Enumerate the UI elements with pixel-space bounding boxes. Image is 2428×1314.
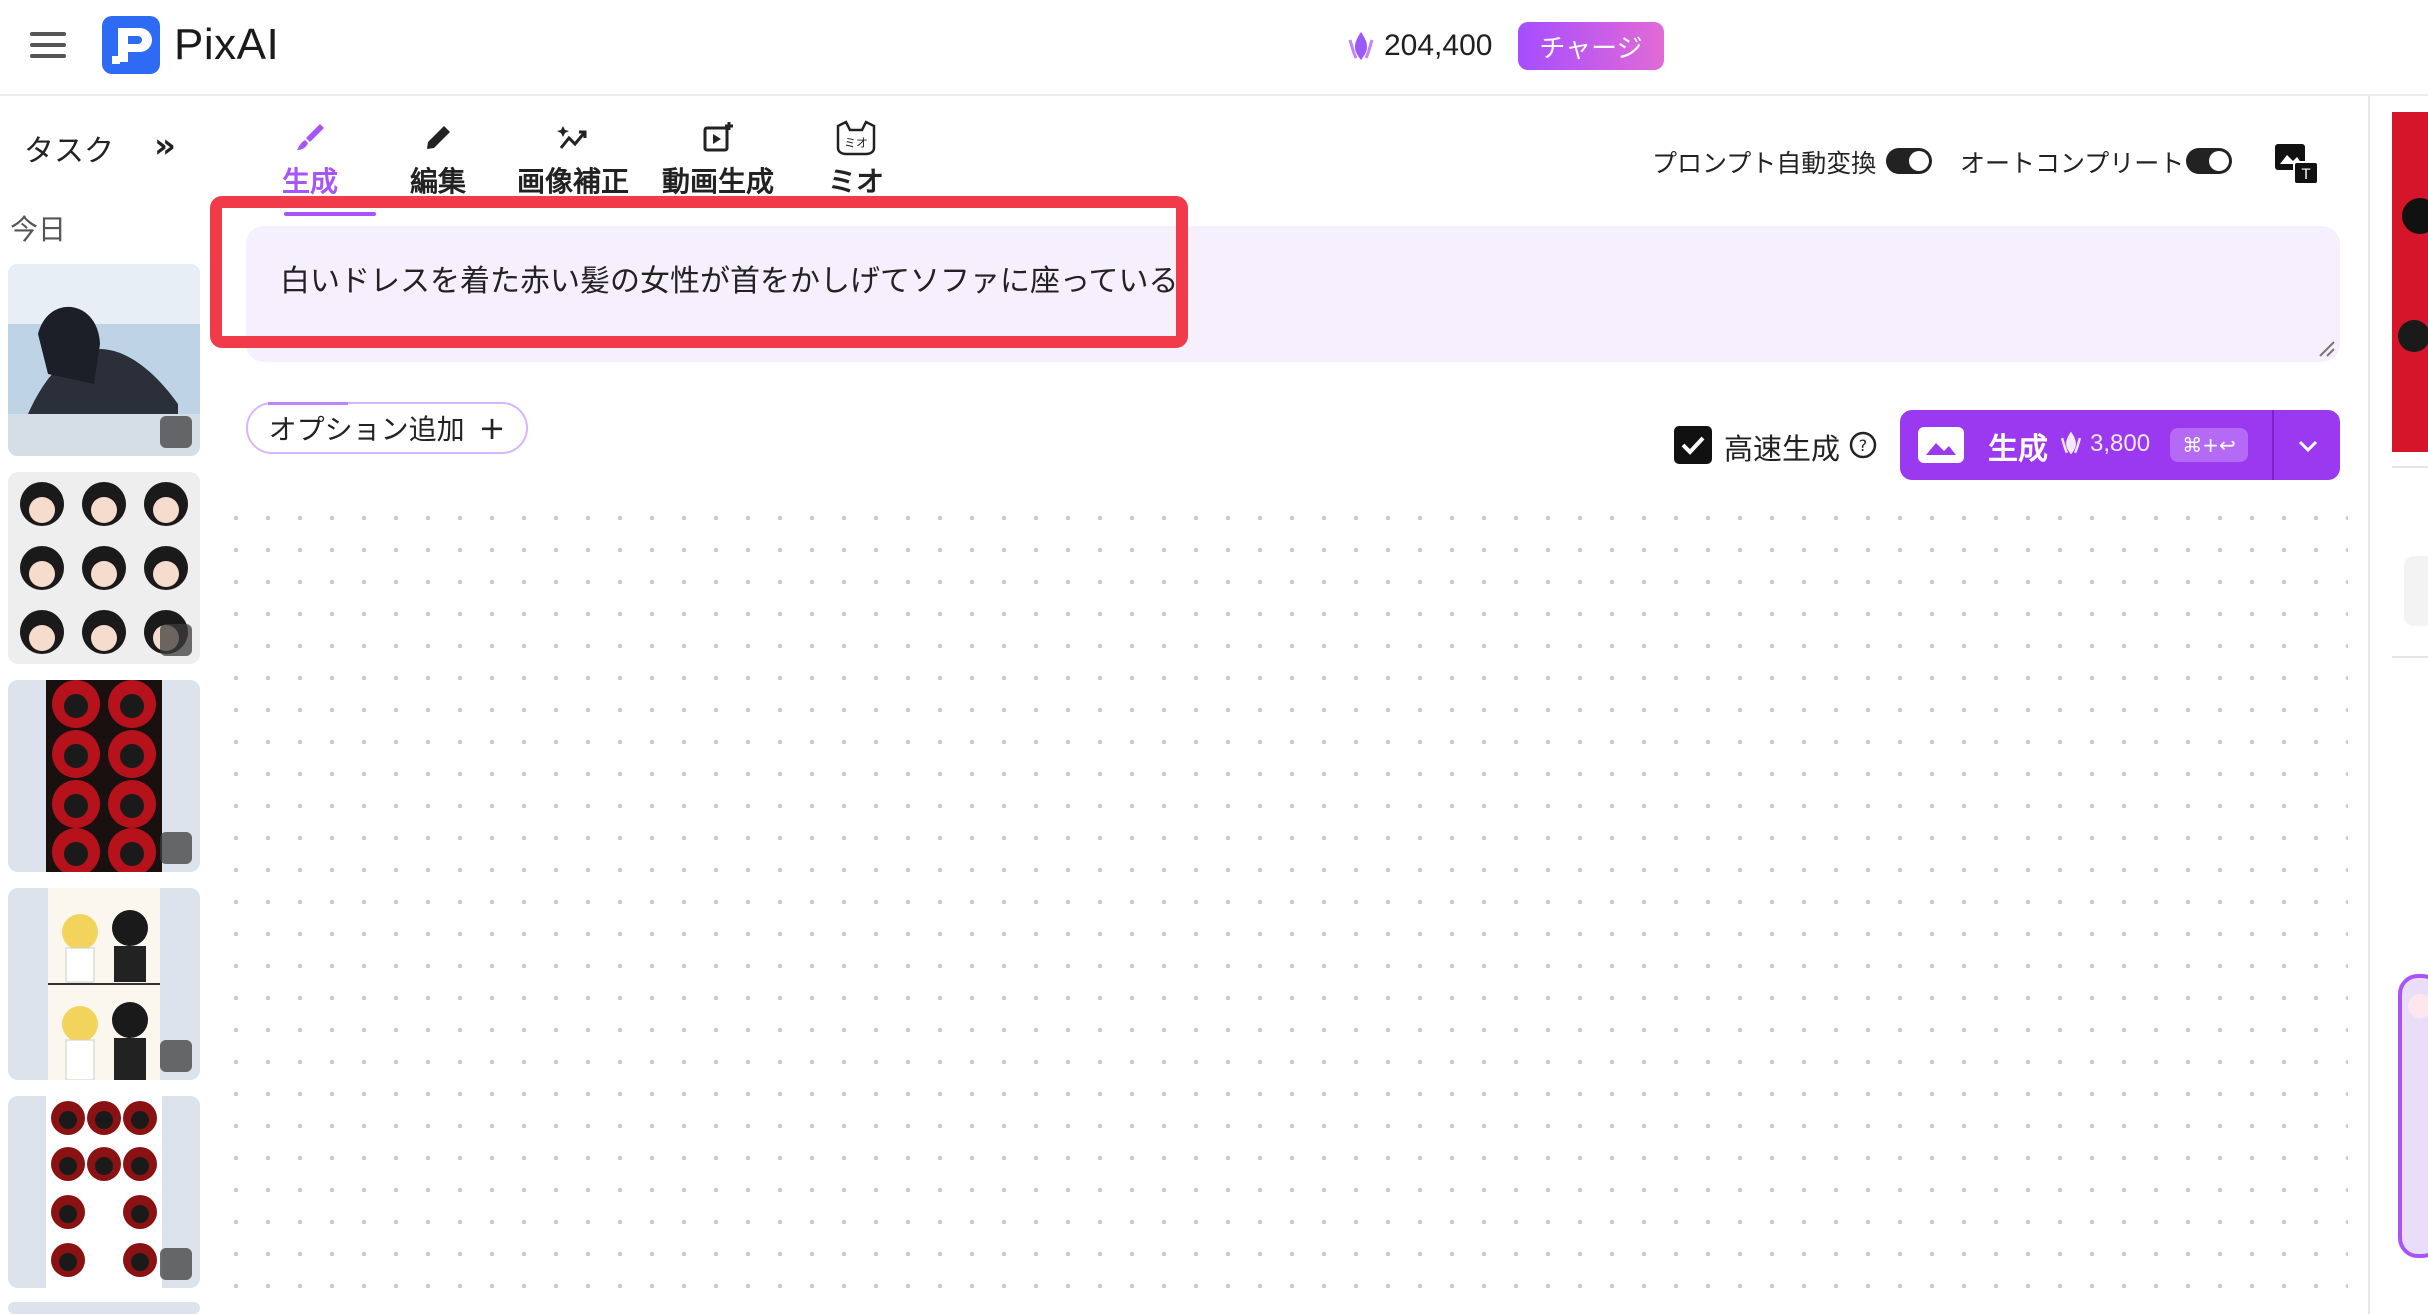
tasks-heading: タスク — [24, 134, 114, 169]
sparkle-trend-icon — [513, 118, 633, 158]
prompt-auto-convert-label: プロンプト自動変換 — [1652, 149, 1877, 178]
tab-generate-label: 生成 — [281, 165, 338, 198]
task-thumbnail[interactable] — [8, 888, 200, 1080]
prompt-text-icon — [160, 624, 192, 656]
today-heading: 今日 — [10, 213, 67, 246]
pixai-logo-icon[interactable] — [102, 16, 160, 74]
tab-edit-label: 編集 — [409, 165, 466, 198]
task-thumbnail[interactable] — [8, 1096, 200, 1288]
generate-label: 生成 — [1988, 432, 2048, 467]
tab-edit[interactable]: 編集 — [378, 118, 498, 200]
fast-generate-checkbox[interactable] — [1674, 426, 1712, 464]
help-icon[interactable]: ? — [1848, 430, 1878, 460]
chevron-down-icon[interactable] — [2292, 430, 2324, 462]
tab-image-enhance-label: 画像補正 — [516, 165, 629, 198]
image-to-video-icon — [160, 416, 192, 448]
tab-image-enhance[interactable]: 画像補正 — [513, 118, 633, 200]
prompt-auto-convert-toggle[interactable] — [1886, 148, 1932, 174]
prompt-text-icon — [160, 1248, 192, 1280]
app-name[interactable]: PixAI — [174, 16, 279, 74]
right-panel — [2370, 96, 2428, 1314]
tab-video-generate[interactable]: 動画生成 — [658, 118, 778, 200]
pencil-icon — [378, 118, 498, 158]
add-option-label: オプション追加 — [268, 413, 465, 446]
credit-icon — [2058, 430, 2084, 456]
video-plus-icon — [658, 118, 778, 158]
tab-mio-label: ミオ — [827, 165, 884, 198]
brush-icon — [250, 118, 370, 158]
credits-value: 204,400 — [1384, 29, 1493, 62]
generate-divider — [2272, 410, 2274, 480]
task-thumbnail[interactable] — [8, 264, 200, 456]
task-thumbnail[interactable] — [8, 1302, 200, 1314]
credit-icon — [1348, 32, 1374, 60]
dotted-canvas — [220, 502, 2348, 1314]
cat-face-icon: ミオ — [796, 118, 916, 158]
prompt-text-icon — [160, 832, 192, 864]
shortcut-badge: ⌘+↩ — [2170, 428, 2248, 462]
svg-text:T: T — [2301, 167, 2311, 183]
svg-text:?: ? — [1859, 436, 1868, 455]
svg-text:ミオ: ミオ — [844, 136, 868, 150]
image-translate-icon[interactable]: T — [2272, 140, 2324, 188]
prompt-text-icon — [160, 1040, 192, 1072]
task-thumbnail[interactable] — [8, 472, 200, 664]
option-progress-accent — [268, 402, 348, 405]
task-thumbnail[interactable] — [8, 680, 200, 872]
hamburger-menu-icon[interactable] — [24, 22, 74, 68]
tab-video-generate-label: 動画生成 — [661, 165, 774, 198]
collapse-sidebar-icon[interactable]: » — [154, 126, 176, 166]
fast-generate-label: 高速生成 — [1724, 432, 1841, 466]
highlight-frame — [210, 196, 1188, 348]
tab-generate[interactable]: 生成 — [250, 118, 370, 200]
generate-cost: 3,800 — [2090, 430, 2151, 457]
right-panel-preview — [2392, 112, 2428, 1258]
plus-icon: + — [478, 409, 506, 447]
autocomplete-label: オートコンプリート — [1960, 149, 2185, 178]
autocomplete-toggle[interactable] — [2186, 148, 2232, 174]
resize-handle-icon[interactable] — [2318, 340, 2336, 358]
image-icon — [1918, 427, 1964, 463]
add-option-button[interactable]: オプション追加 + — [246, 402, 528, 454]
credits-display: 204,400 — [1346, 22, 1492, 70]
top-bar — [0, 0, 2428, 96]
charge-button[interactable]: チャージ — [1518, 22, 1664, 70]
tab-mio[interactable]: ミオ ミオ — [796, 118, 916, 200]
